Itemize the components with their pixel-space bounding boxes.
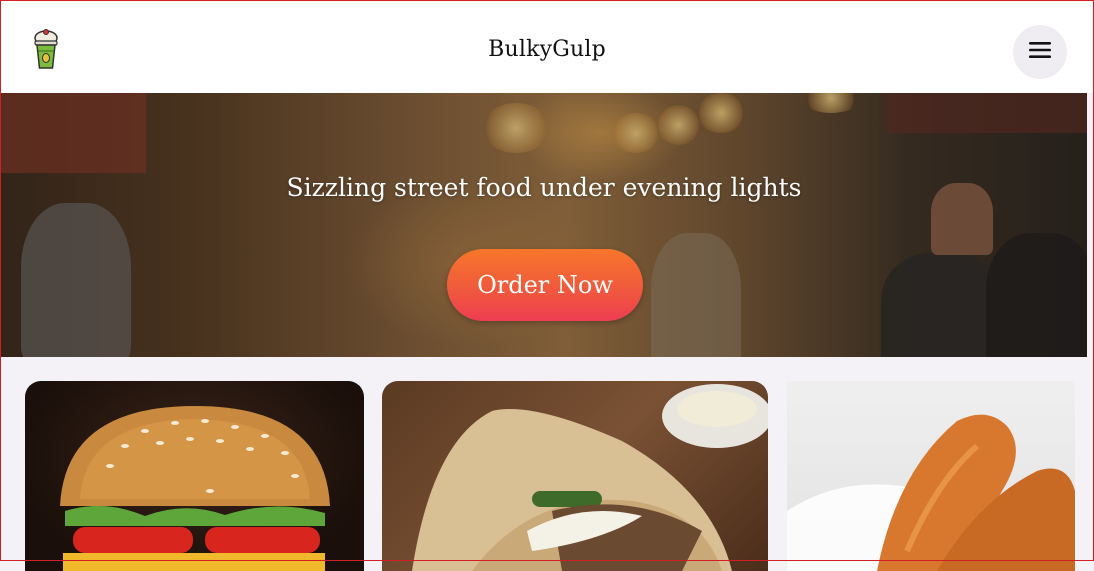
hero-title: Sizzling street food under evening light… [286, 173, 802, 202]
food-cards [0, 381, 1094, 571]
hamburger-menu-icon [1028, 41, 1052, 63]
fried-chicken-image [787, 414, 1075, 571]
fried-chicken-card[interactable] [787, 381, 1075, 571]
top-header: BulkyGulp [1, 1, 1093, 93]
shawarma-wrap-image [412, 384, 768, 571]
order-now-button[interactable]: Order Now [447, 249, 643, 321]
menu-button[interactable] [1013, 25, 1067, 79]
burger-image [60, 406, 330, 571]
hero-banner: Sizzling street food under evening light… [1, 93, 1087, 357]
wrap-card[interactable] [382, 381, 768, 571]
burger-card[interactable] [25, 381, 364, 571]
brand-title: BulkyGulp [488, 37, 606, 62]
